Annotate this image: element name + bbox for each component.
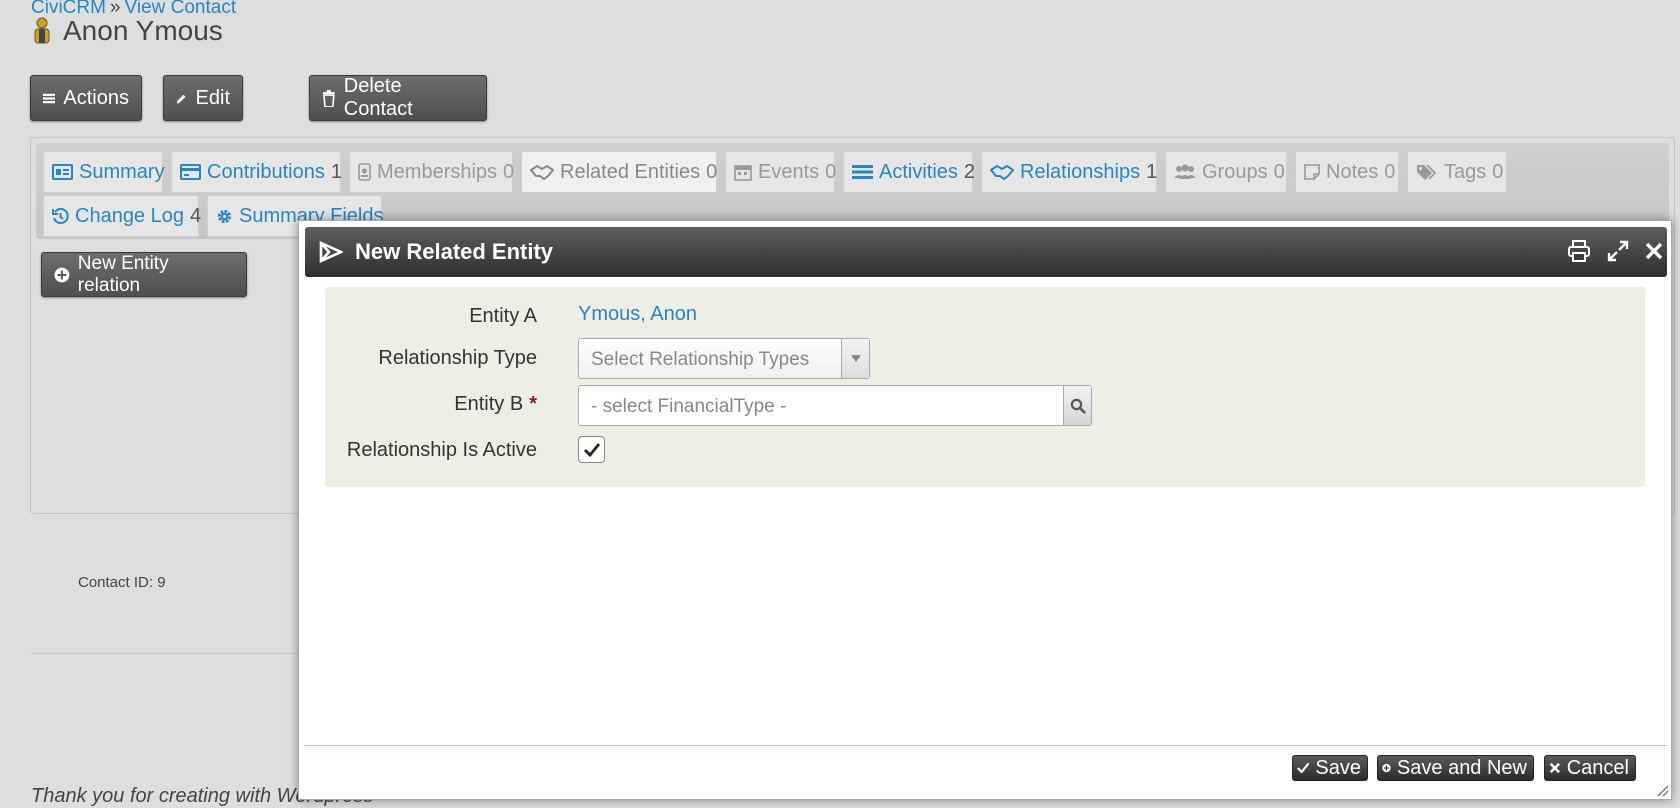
tab-label: Groups [1202, 160, 1268, 183]
actions-label: Actions [63, 86, 129, 109]
entity-b-placeholder: - select FinancialType - [591, 396, 787, 417]
tab-change-log[interactable]: Change Log 4 [43, 195, 202, 237]
tab-label: Memberships [377, 160, 498, 183]
tab-label: Change Log [75, 204, 184, 227]
new-entity-relation-label: New Entity relation [77, 252, 169, 296]
entity-b-search-button[interactable] [1063, 386, 1091, 425]
civicrm-logo-icon [319, 241, 343, 263]
tab-relationships[interactable]: Relationships 1 [981, 151, 1157, 193]
dialog-footer-shade [305, 747, 1667, 755]
entity-b-label: Entity B * [454, 393, 537, 416]
expand-icon[interactable] [1607, 240, 1629, 262]
close-icon[interactable] [1644, 240, 1664, 262]
save-and-new-label: Save and New [1396, 756, 1527, 779]
tab-activities[interactable]: Activities 2 [843, 151, 976, 193]
trash-icon [322, 89, 335, 107]
address-card-icon [52, 164, 73, 180]
new-related-entity-dialog: New Related Entity Entity A Ymous, Anon … [298, 220, 1672, 800]
save-label: Save [1315, 756, 1361, 779]
entity-a-label: Entity A [469, 305, 537, 327]
cancel-label: Cancel [1566, 756, 1629, 779]
relationship-type-select[interactable]: Select Relationship Types [578, 338, 870, 379]
plus-circle-icon [54, 267, 70, 282]
new-entity-relation-button[interactable]: New Entity relation [41, 252, 247, 297]
tab-label: Activities [879, 160, 958, 183]
page-title: Anon Ymous [31, 15, 223, 47]
gear-icon [217, 209, 232, 223]
checkmark-icon [583, 442, 600, 457]
tab-events[interactable]: Events 0 [725, 151, 837, 193]
dialog-footer-divider [305, 745, 1667, 746]
dialog-titlebar[interactable]: New Related Entity [305, 227, 1667, 277]
caret-down-icon [850, 355, 861, 362]
tab-count: 0 [1492, 160, 1504, 183]
resize-handle-icon[interactable] [1653, 781, 1669, 797]
tab-related-entities[interactable]: Related Entities 0 [521, 151, 717, 193]
delete-contact-button[interactable]: Delete Contact [309, 75, 487, 121]
tab-label: Tags [1444, 160, 1487, 183]
credit-card-icon [180, 164, 201, 180]
dialog-title: New Related Entity [355, 239, 554, 264]
dialog-form: Entity A Ymous, Anon Relationship Type S… [325, 287, 1645, 487]
tab-count: 2 [963, 160, 976, 183]
tab-count: 0 [1384, 160, 1396, 183]
tab-contributions[interactable]: Contributions 1 [171, 151, 342, 193]
tab-label: Relationships [1020, 160, 1141, 183]
id-badge-icon [358, 163, 371, 181]
tab-count: 4 [189, 204, 202, 227]
tab-count: 0 [503, 160, 515, 183]
tab-count: 1 [1146, 160, 1158, 183]
tab-count: 0 [825, 160, 837, 183]
edit-label: Edit [195, 86, 230, 109]
tasks-icon [852, 165, 873, 179]
tab-label: Contributions [207, 160, 325, 183]
pencil-icon [176, 94, 186, 104]
tags-icon [1417, 164, 1437, 180]
person-icon [34, 17, 50, 44]
contact-id: Contact ID: 9 [78, 574, 166, 591]
history-icon [52, 207, 69, 224]
tab-count: 1 [330, 160, 342, 183]
menu-bars-icon [43, 93, 56, 103]
required-marker: * [529, 393, 537, 415]
tab-label: Notes [1326, 160, 1379, 183]
tab-summary[interactable]: Summary [43, 151, 165, 193]
relationship-type-placeholder: Select Relationship Types [591, 349, 810, 370]
tab-label: Events [758, 160, 820, 183]
cancel-button[interactable]: Cancel [1544, 755, 1636, 781]
entity-b-select[interactable]: - select FinancialType - [578, 385, 1092, 426]
save-button[interactable]: Save [1292, 755, 1368, 781]
entity-b-label-text: Entity B [454, 393, 524, 415]
sticky-note-icon [1304, 164, 1320, 180]
tab-tags[interactable]: Tags 0 [1407, 151, 1507, 193]
users-icon [1174, 164, 1196, 179]
relationship-type-label: Relationship Type [378, 347, 537, 369]
dropdown-arrow[interactable] [841, 339, 869, 378]
tab-count: 0 [706, 160, 718, 183]
close-icon [1549, 762, 1560, 774]
relationship-active-checkbox[interactable] [578, 436, 605, 463]
tab-label: Related Entities [560, 160, 701, 183]
handshake-icon [530, 164, 554, 180]
print-icon[interactable] [1568, 240, 1590, 262]
tab-memberships[interactable]: Memberships 0 [349, 151, 515, 193]
tab-groups[interactable]: Groups 0 [1165, 151, 1287, 193]
delete-contact-label: Delete Contact [343, 75, 413, 120]
search-icon [1070, 398, 1086, 414]
contact-name: Anon Ymous [63, 15, 223, 46]
tab-label: Summary [79, 160, 165, 183]
tab-notes[interactable]: Notes 0 [1295, 151, 1399, 193]
check-icon [1297, 762, 1310, 774]
handshake-icon [990, 164, 1014, 180]
tab-count: 0 [1273, 160, 1285, 183]
actions-button[interactable]: Actions [30, 75, 142, 121]
save-and-new-button[interactable]: Save and New [1377, 755, 1534, 781]
calendar-icon [734, 165, 752, 181]
relationship-active-label: Relationship Is Active [346, 439, 537, 461]
plus-circle-icon [1382, 763, 1391, 773]
entity-a-link[interactable]: Ymous, Anon [578, 303, 697, 326]
edit-button[interactable]: Edit [163, 75, 243, 121]
